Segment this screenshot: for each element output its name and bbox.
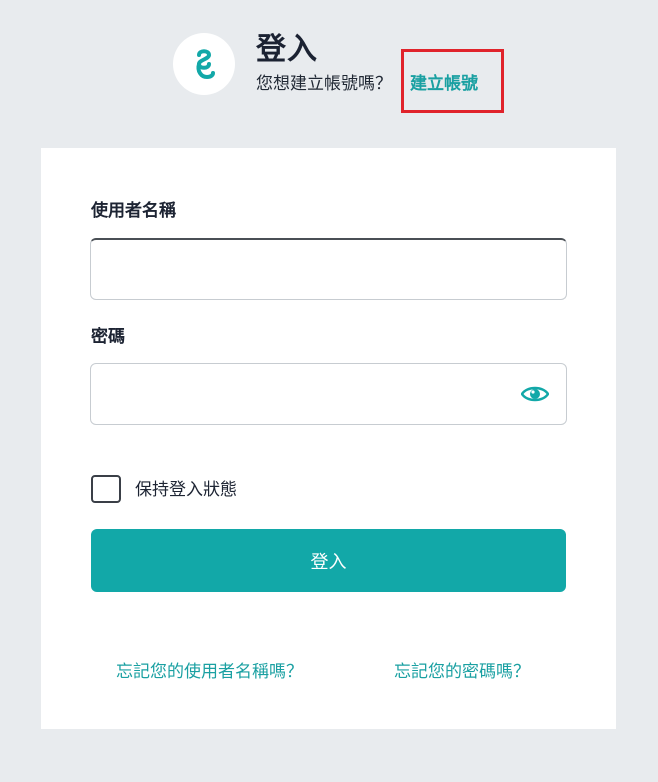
login-card: 使用者名稱 密碼 保持登入狀態 登入 忘記您的使用者名稱嗎？ 忘記您的密碼嗎？	[41, 148, 616, 729]
eye-icon[interactable]	[521, 384, 549, 404]
password-label: 密碼	[91, 327, 125, 347]
forgot-password-link[interactable]: 忘記您的密碼嗎？	[394, 660, 530, 684]
brand-logo	[173, 33, 235, 95]
create-account-link[interactable]: 建立帳號	[410, 72, 478, 96]
username-input[interactable]	[90, 238, 567, 300]
login-page: 登入 您想建立帳號嗎？ 建立帳號 使用者名稱 密碼 保持登入狀態 登入 忘記您的…	[0, 0, 658, 782]
forgot-username-link[interactable]: 忘記您的使用者名稱嗎？	[116, 660, 303, 684]
remember-me-label: 保持登入狀態	[135, 480, 237, 500]
page-title: 登入	[256, 32, 318, 67]
password-input[interactable]	[90, 363, 567, 425]
create-account-prompt: 您想建立帳號嗎？	[256, 74, 392, 94]
login-button[interactable]: 登入	[91, 529, 566, 592]
brand-swirl-icon	[196, 49, 215, 80]
remember-me-checkbox[interactable]	[91, 475, 121, 503]
username-label: 使用者名稱	[91, 201, 176, 221]
